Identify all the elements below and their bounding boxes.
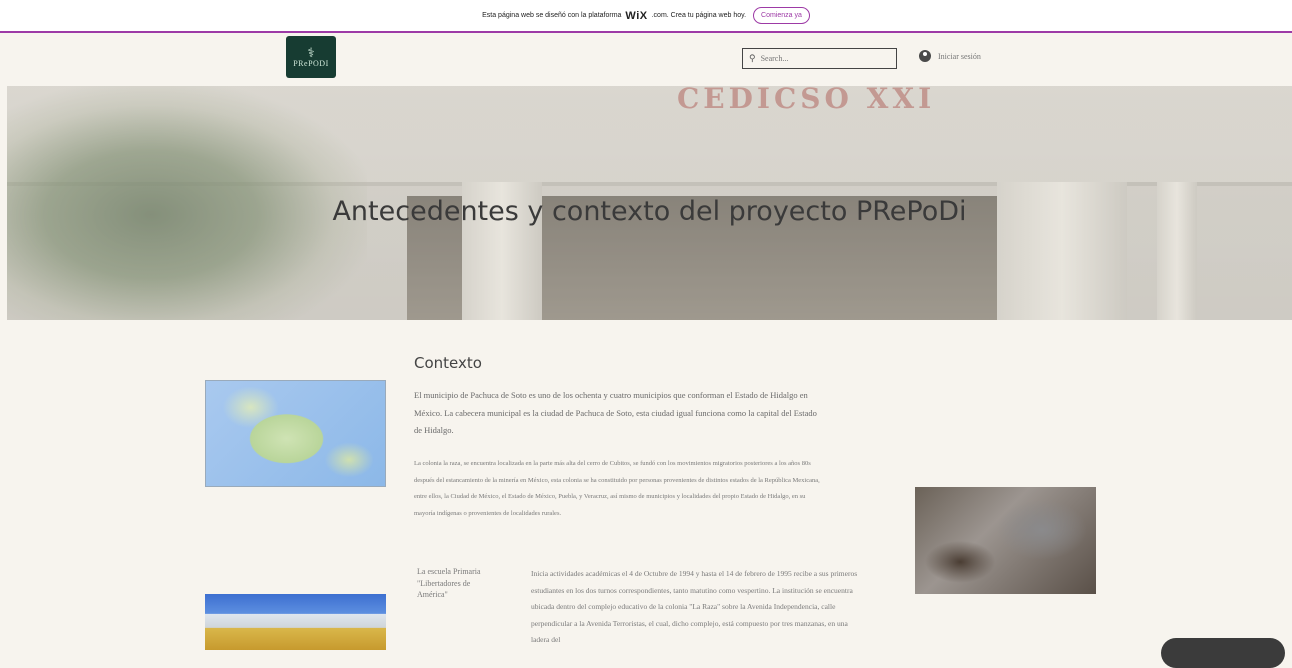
school-caption: La escuela Primaria "Libertadores de Amé… [417,567,481,599]
aerial-photo[interactable] [915,487,1096,594]
paragraph-colonia: La colonia la raza, se encuentra localiz… [414,460,820,517]
login-link[interactable]: Iniciar sesión [919,50,981,62]
mexico-map-image[interactable] [205,380,386,487]
search-icon: ⚲ [749,53,756,63]
login-label: Iniciar sesión [938,51,981,61]
site-header: ⚕ PRePODI ⚲ Iniciar sesión [0,33,1292,85]
paragraph-school: Inicia actividades académicas el 4 de Oc… [531,569,858,644]
logo-icon: ⚕ [307,45,315,60]
start-now-button[interactable]: Comienza ya [753,7,810,24]
logo-text: PRePODI [293,59,329,68]
search-box[interactable]: ⚲ [742,48,897,69]
search-input[interactable] [760,54,891,63]
wix-banner-text: Esta página web se diseñó con la platafo… [482,12,622,19]
hero-title: Antecedentes y contexto del proyecto PRe… [332,196,967,227]
paragraph-municipality: El municipio de Pachuca de Soto es uno d… [414,390,817,435]
school-photo[interactable] [205,594,386,650]
wix-logo: WiX [625,9,648,22]
chat-widget-button[interactable] [1161,638,1285,668]
site-logo[interactable]: ⚕ PRePODI [286,36,336,78]
wix-banner-text-after: .com. Crea tu página web hoy. [651,12,747,19]
hero-banner: CEDICSO XXI Antecedentes y contexto del … [7,86,1292,320]
section-title: Contexto [414,354,482,372]
wix-promo-banner: Esta página web se diseñó con la platafo… [0,0,1292,33]
user-avatar-icon [919,50,931,62]
